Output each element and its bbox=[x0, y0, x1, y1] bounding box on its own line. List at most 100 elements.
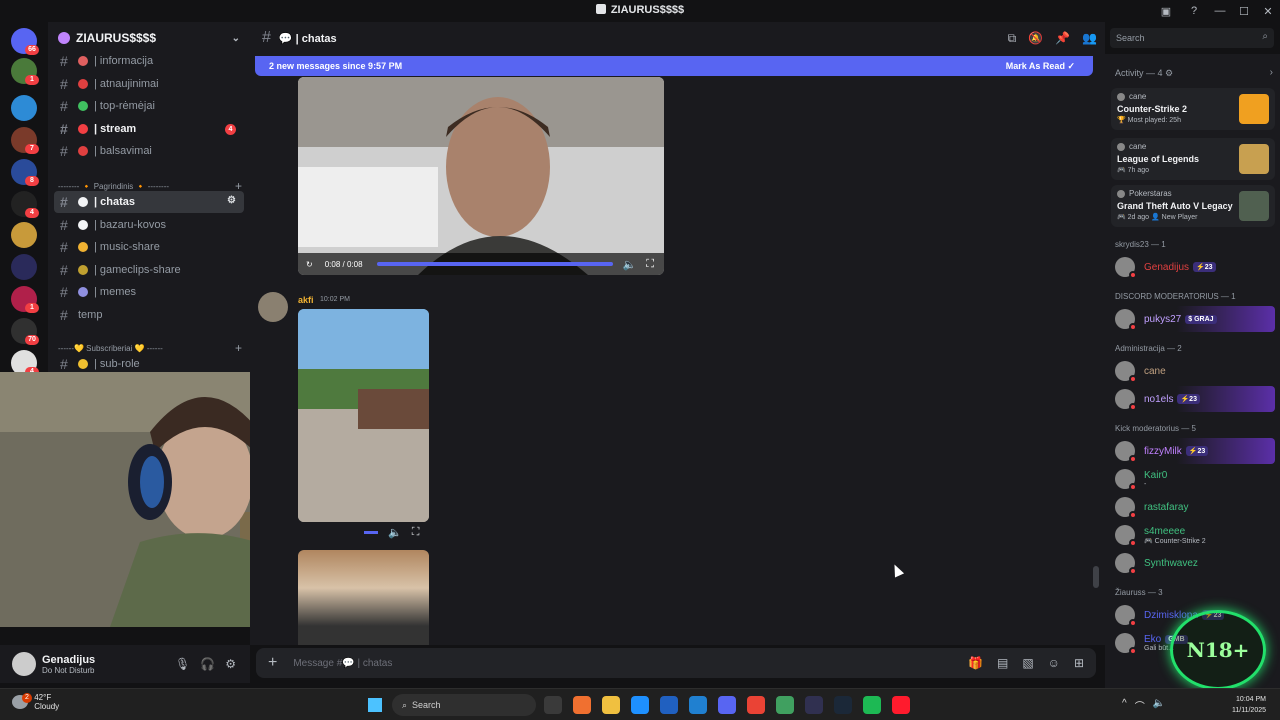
channel-item[interactable]: # | top-rėmėjai bbox=[54, 95, 244, 117]
weather-widget[interactable]: 2 42°F Cloudy bbox=[12, 693, 59, 711]
maximize-button[interactable]: ☐ bbox=[1232, 5, 1256, 18]
guild-name: ZIAURUS$$$$ bbox=[76, 31, 157, 45]
channel-item[interactable]: # | stream 4 bbox=[54, 118, 244, 140]
notification-bell-icon[interactable]: 🔕 bbox=[1028, 31, 1043, 46]
headphones-icon[interactable]: 🎧 bbox=[200, 657, 215, 671]
fullscreen-icon[interactable]: ⛶ bbox=[412, 526, 420, 539]
taskbar-app-icon[interactable] bbox=[544, 696, 562, 714]
add-attachment-icon[interactable]: + bbox=[268, 654, 277, 672]
tray-chevron-icon[interactable]: ^ bbox=[1122, 698, 1127, 713]
channel-item[interactable]: # | informacija bbox=[54, 50, 244, 72]
user-info[interactable]: Genadijus Do Not Disturb bbox=[42, 654, 95, 675]
member-name: Genadijus bbox=[1144, 261, 1190, 273]
member-item[interactable]: fizzyMilk ⚡23 bbox=[1111, 438, 1275, 464]
chevron-right-icon[interactable]: › bbox=[1270, 67, 1273, 78]
mark-as-read-button[interactable]: Mark As Read ✓ bbox=[1006, 61, 1075, 72]
gift-icon[interactable]: 🎁 bbox=[968, 656, 983, 670]
search-input[interactable]: Search ⌕ bbox=[1110, 28, 1274, 48]
activity-card[interactable]: cane League of Legends 🎮 7h ago bbox=[1111, 138, 1275, 180]
author-avatar[interactable] bbox=[258, 292, 288, 322]
apps-icon[interactable]: ⊞ bbox=[1074, 656, 1084, 670]
taskbar-app-icon[interactable] bbox=[805, 696, 823, 714]
close-button[interactable]: ✕ bbox=[1256, 5, 1280, 18]
taskbar-app-icon[interactable] bbox=[718, 696, 736, 714]
microphone-icon[interactable]: 🎙 bbox=[175, 657, 190, 671]
activity-card[interactable]: cane Counter-Strike 2 🏆 Most played: 25h bbox=[1111, 88, 1275, 130]
volume-icon[interactable]: 🔈 bbox=[623, 258, 637, 271]
member-item[interactable]: no1els ⚡23 bbox=[1111, 386, 1275, 412]
activity-header[interactable]: Activity — 4 ⚙ › bbox=[1115, 67, 1275, 79]
channel-item[interactable]: # | memes bbox=[54, 281, 244, 303]
taskbar-app-icon[interactable] bbox=[863, 696, 881, 714]
new-messages-bar[interactable]: 2 new messages since 9:57 PM Mark As Rea… bbox=[255, 56, 1093, 76]
message-input-placeholder[interactable]: Message #💬 | chatas bbox=[293, 658, 392, 669]
server-icon[interactable] bbox=[11, 254, 37, 280]
chevron-down-icon[interactable]: ⌄ bbox=[232, 33, 240, 44]
member-item[interactable]: Synthwavez bbox=[1111, 550, 1275, 576]
avatar[interactable] bbox=[12, 652, 36, 676]
member-item[interactable]: cane bbox=[1111, 358, 1275, 384]
video-progress-bar[interactable] bbox=[376, 262, 613, 266]
emoji-icon[interactable]: ☺ bbox=[1048, 656, 1060, 670]
server-icon[interactable] bbox=[11, 222, 37, 248]
member-item[interactable]: s4meeee 🎮 Counter-Strike 2 bbox=[1111, 522, 1275, 548]
taskbar-app-icon[interactable] bbox=[573, 696, 591, 714]
taskbar-search[interactable]: ⌕ Search bbox=[392, 694, 536, 716]
minimize-button[interactable]: — bbox=[1208, 5, 1232, 17]
volume-icon[interactable]: 🔈 bbox=[388, 526, 402, 539]
network-icon[interactable]: ⌒ bbox=[1135, 698, 1145, 713]
taskbar-app-icon[interactable] bbox=[631, 696, 649, 714]
threads-icon[interactable]: ⧉ bbox=[1008, 31, 1017, 46]
member-item[interactable]: pukys27 $ GRAJ bbox=[1111, 306, 1275, 332]
game-icon bbox=[1239, 191, 1269, 221]
taskbar-app-icon[interactable] bbox=[776, 696, 794, 714]
image-attachment[interactable] bbox=[298, 550, 429, 645]
fullscreen-icon[interactable]: ⛶ bbox=[646, 258, 654, 271]
gif-icon[interactable]: ▤ bbox=[997, 656, 1008, 670]
server-icon[interactable] bbox=[11, 95, 37, 121]
clock-time: 10:04 PM bbox=[1236, 696, 1266, 703]
channel-emoji-icon bbox=[78, 242, 88, 253]
taskbar-app-icon[interactable] bbox=[602, 696, 620, 714]
channel-item[interactable]: # | music-share bbox=[54, 236, 244, 258]
scrollbar[interactable] bbox=[1093, 566, 1099, 588]
member-name: Kair0 bbox=[1144, 470, 1168, 481]
replay-icon[interactable]: ↻ bbox=[306, 260, 313, 269]
member-list-icon[interactable]: 👥 bbox=[1082, 31, 1097, 46]
member-name: s4meeee bbox=[1144, 525, 1186, 537]
taskbar-app-icon[interactable] bbox=[892, 696, 910, 714]
taskbar-app-icon[interactable] bbox=[689, 696, 707, 714]
inbox-icon[interactable]: ▣ bbox=[1152, 5, 1180, 18]
pin-icon[interactable]: 📌 bbox=[1055, 31, 1070, 46]
message-author[interactable]: akfi bbox=[298, 295, 314, 305]
windows-start-icon[interactable] bbox=[368, 698, 382, 712]
taskbar-app-icon[interactable] bbox=[660, 696, 678, 714]
help-icon[interactable]: ? bbox=[1180, 5, 1208, 17]
hash-icon: # bbox=[60, 143, 68, 160]
member-item[interactable]: Kair0- bbox=[1111, 466, 1275, 492]
channel-item[interactable]: # | chatas ⚙ bbox=[54, 191, 244, 213]
channel-item[interactable]: # | balsavimai bbox=[54, 140, 244, 162]
taskbar-clock[interactable]: 10:04 PM 11/11/2025 bbox=[1232, 694, 1266, 716]
image-attachment[interactable] bbox=[298, 309, 429, 522]
taskbar-app-icon[interactable] bbox=[747, 696, 765, 714]
message-composer[interactable]: + Message #💬 | chatas 🎁 ▤ ▧ ☺ ⊞ bbox=[256, 648, 1096, 678]
media-progress-stub bbox=[364, 530, 378, 534]
taskbar-app-icon[interactable] bbox=[834, 696, 852, 714]
sticker-icon[interactable]: ▧ bbox=[1022, 656, 1033, 670]
channel-settings-icon[interactable]: ⚙ bbox=[227, 195, 236, 206]
settings-gear-icon[interactable]: ⚙ bbox=[225, 657, 236, 671]
channel-item[interactable]: # | atnaujinimai bbox=[54, 73, 244, 95]
channel-item[interactable]: # | bazaru-kovos bbox=[54, 214, 244, 236]
speaker-icon[interactable]: 🔈 bbox=[1153, 698, 1165, 713]
channel-item[interactable]: # temp bbox=[54, 304, 244, 326]
mouse-cursor-icon bbox=[889, 562, 905, 578]
member-item[interactable]: Genadijus ⚡23 bbox=[1111, 254, 1275, 280]
member-group-header: Žiauruss — 3 bbox=[1115, 588, 1163, 597]
activity-card[interactable]: Pokerstaras Grand Theft Auto V Legacy 🎮 2d… bbox=[1111, 185, 1275, 227]
user-status: Do Not Disturb bbox=[42, 665, 95, 675]
taskbar: 2 42°F Cloudy ⌕ Search ^ ⌒ 🔈 10:04 PM 11… bbox=[0, 688, 1280, 720]
channel-item[interactable]: # | gameclips-share bbox=[54, 259, 244, 281]
video-attachment[interactable]: ↻ 0:08 / 0:08 🔈 ⛶ bbox=[298, 77, 664, 275]
member-item[interactable]: rastafaray bbox=[1111, 494, 1275, 520]
